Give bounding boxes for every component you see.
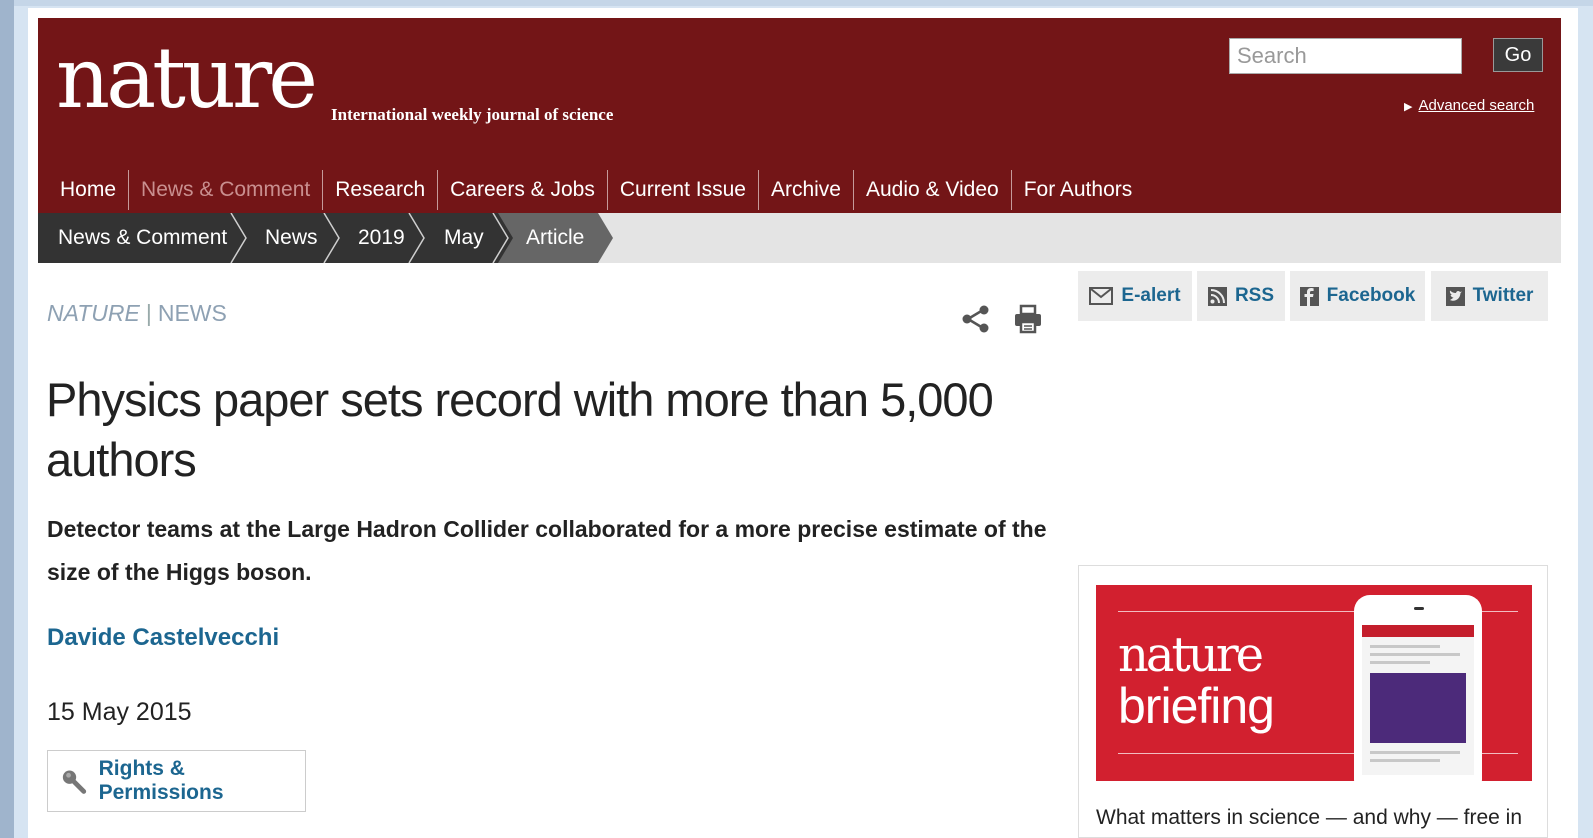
magnifier-icon — [62, 770, 87, 794]
print-icon[interactable] — [1013, 304, 1043, 334]
mail-icon — [1089, 287, 1114, 305]
nav-home[interactable]: Home — [48, 170, 128, 210]
nav-news-comment[interactable]: News & Comment — [128, 170, 322, 210]
search-go-button[interactable]: Go — [1493, 38, 1543, 72]
rss-button[interactable]: RSS — [1197, 271, 1285, 321]
phone-text-line — [1370, 653, 1460, 656]
triangle-right-icon: ▶ — [1404, 101, 1413, 113]
briefing-banner[interactable]: nature briefing — [1096, 585, 1532, 781]
briefing-logo-briefing: briefing — [1118, 678, 1275, 734]
phone-article-image — [1370, 673, 1466, 743]
rights-permissions-button[interactable]: Rights & Permissions — [47, 750, 306, 812]
rights-permissions-label: Rights & Permissions — [98, 757, 224, 804]
site-tagline: International weekly journal of science — [331, 105, 614, 124]
nature-briefing-ad[interactable]: nature briefing What matters in science … — [1078, 565, 1548, 838]
facebook-button[interactable]: Facebook — [1290, 271, 1425, 321]
article-standfirst: Detector teams at the Large Hadron Colli… — [47, 516, 1047, 585]
phone-app-bar — [1362, 625, 1474, 637]
nav-careers-jobs[interactable]: Careers & Jobs — [437, 170, 607, 210]
section-name[interactable]: NEWS — [158, 300, 227, 326]
breadcrumb-month[interactable]: May — [444, 213, 484, 263]
phone-speaker — [1414, 607, 1424, 610]
phone-text-line — [1370, 661, 1430, 664]
phone-text-line — [1370, 759, 1440, 762]
banner-rule — [1118, 753, 1354, 754]
screen-bezel-left — [0, 0, 14, 838]
twitter-label: Twitter — [1472, 285, 1534, 306]
phone-text-line — [1370, 645, 1440, 648]
breadcrumb: News & Comment News 2019 May Article — [38, 213, 1561, 263]
banner-rule — [1118, 611, 1354, 612]
twitter-icon — [1445, 286, 1465, 306]
ealert-label: E-alert — [1121, 285, 1181, 306]
facebook-label: Facebook — [1326, 285, 1416, 306]
share-icon[interactable] — [961, 304, 991, 334]
nav-research[interactable]: Research — [322, 170, 437, 210]
briefing-caption: What matters in science — and why — free… — [1096, 806, 1522, 829]
rss-icon — [1207, 286, 1227, 306]
search-input[interactable] — [1229, 38, 1462, 74]
journal-name[interactable]: NATURE — [47, 300, 140, 326]
journal-section-tag: NATURE | NEWS — [47, 300, 227, 327]
twitter-button[interactable]: Twitter — [1431, 271, 1548, 321]
tag-separator: | — [145, 300, 152, 326]
nav-current-issue[interactable]: Current Issue — [606, 170, 758, 210]
browser-page: nature International weekly journal of s… — [28, 8, 1578, 838]
phone-mockup — [1354, 595, 1482, 781]
publication-date: 15 May 2015 — [47, 698, 192, 726]
breadcrumb-year[interactable]: 2019 — [358, 213, 405, 263]
phone-screen — [1362, 625, 1474, 775]
advanced-search-link[interactable]: Advanced search — [1418, 97, 1534, 114]
breadcrumb-article: Article — [526, 226, 585, 249]
screen-bezel-top — [0, 0, 1593, 6]
breadcrumb-news-comment[interactable]: News & Comment — [58, 213, 227, 263]
site-header: nature International weekly journal of s… — [38, 18, 1561, 213]
article-headline: Physics paper sets record with more than… — [46, 373, 994, 486]
ealert-button[interactable]: E-alert — [1078, 271, 1192, 321]
advanced-search: ▶ Advanced search — [1404, 97, 1534, 114]
rss-label: RSS — [1234, 285, 1275, 306]
breadcrumb-news[interactable]: News — [265, 213, 318, 263]
author-link[interactable]: Davide Castelvecchi — [47, 624, 279, 652]
nav-for-authors[interactable]: For Authors — [1010, 170, 1145, 210]
banner-rule — [1482, 753, 1518, 754]
phone-text-line — [1370, 751, 1460, 754]
briefing-logo-nature: nature — [1118, 627, 1264, 683]
main-nav: Home News & Comment Research Careers & J… — [48, 170, 1144, 210]
nav-archive[interactable]: Archive — [757, 170, 853, 210]
facebook-icon — [1299, 286, 1319, 306]
nav-audio-video[interactable]: Audio & Video — [852, 170, 1011, 210]
banner-rule — [1482, 611, 1518, 612]
nature-logo[interactable]: nature — [56, 36, 318, 120]
